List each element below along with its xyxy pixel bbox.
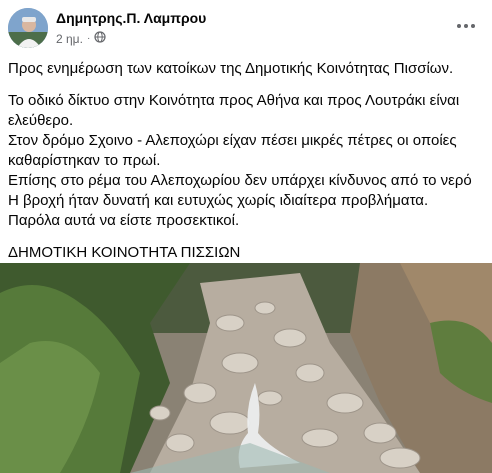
globe-icon[interactable] — [94, 31, 106, 46]
post-body: Προς ενημέρωση των κατοίκων της Δημοτική… — [8, 59, 488, 263]
post-paragraph: Στον δρόμο Σχοινο - Αλεποχώρι είχαν πέσε… — [8, 132, 457, 169]
post-paragraph: Επίσης στο ρέμα του Αλεποχωρίου δεν υπάρ… — [8, 172, 472, 189]
meta-separator: · — [86, 33, 91, 44]
author-name[interactable]: Δημητρης.Π. Λαμπρου — [56, 10, 206, 26]
post-paragraph: Παρόλα αυτά να είστε προσεκτικοί. — [8, 212, 240, 229]
post-photo[interactable] — [0, 263, 492, 473]
more-options-icon[interactable] — [454, 14, 478, 38]
post-time[interactable]: 2 ημ. — [56, 32, 83, 46]
post-signature: ΔΗΜΟΤΙΚΗ ΚΟΙΝΟΤΗΤΑ ΠΙΣΣΙΩΝ — [8, 244, 241, 261]
post-meta: 2 ημ. · — [56, 31, 106, 46]
post-paragraph: Το οδικό δίκτυο στην Κοινότητα προς Αθήν… — [8, 92, 460, 129]
post-paragraph: Προς ενημέρωση των κατοίκων της Δημοτική… — [8, 60, 454, 77]
avatar[interactable] — [8, 8, 48, 48]
post-paragraph: Η βροχή ήταν δυνατή και ευτυχώς χωρίς ιδ… — [8, 192, 429, 209]
post-header: Δημητρης.Π. Λαμπρου 2 ημ. · — [0, 0, 492, 56]
